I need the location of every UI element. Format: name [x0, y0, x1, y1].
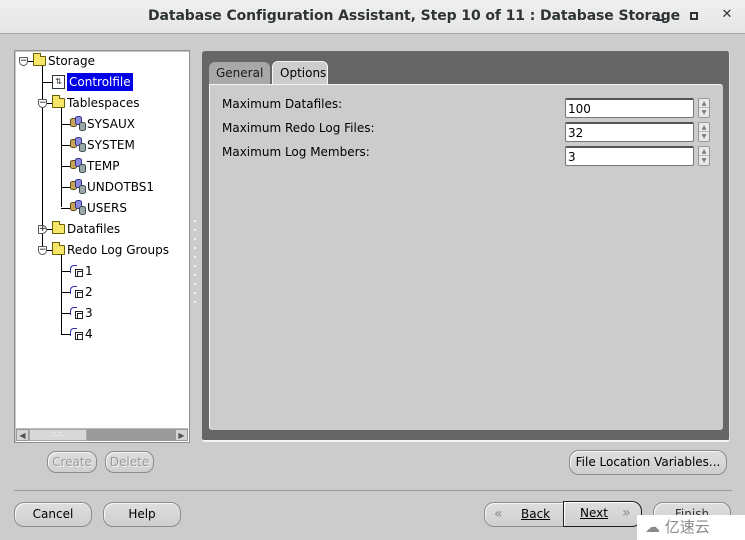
- tree-item-redo-group-2[interactable]: 2: [83, 283, 95, 301]
- maximum-redo-log-files-input[interactable]: [565, 122, 694, 142]
- scroll-left-icon: ◀: [19, 431, 26, 440]
- tree-item-tablespaces[interactable]: Tablespaces: [65, 94, 142, 112]
- cancel-button[interactable]: Cancel: [14, 502, 92, 527]
- file-location-variables-button[interactable]: File Location Variables...: [569, 450, 727, 475]
- close-button[interactable]: ✕: [717, 7, 737, 27]
- redo-log-group-icon: [70, 286, 84, 299]
- tree-item-temp[interactable]: TEMP: [85, 157, 122, 175]
- tree-item-redo-log-groups[interactable]: Redo Log Groups: [65, 241, 171, 259]
- tab-options[interactable]: Options: [272, 61, 328, 85]
- collapse-icon: −: [20, 56, 28, 66]
- spin-up-button[interactable]: ▲: [699, 99, 709, 108]
- maximum-datafiles-spinner[interactable]: ▲ ▼: [698, 98, 710, 118]
- create-button[interactable]: Create: [47, 451, 97, 473]
- maximum-datafiles-input[interactable]: [565, 98, 694, 118]
- redo-log-group-icon: [70, 328, 84, 341]
- tree-item-controlfile[interactable]: Controlfile: [67, 73, 133, 91]
- scrollbar-thumb[interactable]: ∴∴: [29, 429, 87, 441]
- maximum-redo-log-files-spinner[interactable]: ▲ ▼: [698, 122, 710, 142]
- watermark-logo: ☁ 亿速云: [637, 515, 745, 540]
- maximum-log-members-input[interactable]: [565, 146, 694, 166]
- tablespace-icon: [70, 137, 86, 152]
- back-button-label: Back: [521, 507, 551, 521]
- maximize-button[interactable]: [684, 7, 704, 27]
- spin-up-icon: ▲: [701, 100, 707, 107]
- tree-item-undotbs1[interactable]: UNDOTBS1: [85, 178, 156, 196]
- maximize-icon: [690, 12, 698, 20]
- collapse-icon: −: [39, 98, 47, 108]
- expand-icon: +: [39, 224, 47, 234]
- minimize-icon: [656, 19, 664, 21]
- expand-toggle-datafiles[interactable]: +: [38, 225, 47, 234]
- tree-connector: [61, 108, 62, 207]
- tree-item-redo-group-1[interactable]: 1: [83, 262, 95, 280]
- tree-item-users[interactable]: USERS: [85, 199, 129, 217]
- close-icon: ✕: [721, 7, 733, 22]
- tree-item-storage[interactable]: Storage: [46, 52, 97, 70]
- back-button[interactable]: « Back: [484, 502, 564, 527]
- maximum-log-members-spinner[interactable]: ▲ ▼: [698, 146, 710, 166]
- cloud-icon: ☁: [645, 518, 660, 536]
- tree-horizontal-scrollbar[interactable]: ◀ ∴∴ ▶: [16, 428, 188, 441]
- spin-up-button[interactable]: ▲: [699, 123, 709, 132]
- tree-connector: [42, 82, 52, 83]
- spin-down-icon: ▼: [701, 109, 707, 116]
- tree-item-datafiles[interactable]: Datafiles: [65, 220, 122, 238]
- spin-up-button[interactable]: ▲: [699, 147, 709, 156]
- storage-tree[interactable]: − Storage ⇅ Controlfile − Tablespaces SY…: [14, 50, 190, 443]
- redo-log-group-icon: [70, 265, 84, 278]
- folder-icon: [52, 95, 65, 108]
- spin-down-button[interactable]: ▼: [699, 156, 709, 165]
- back-chevron-icon: «: [494, 506, 503, 522]
- tree-item-redo-group-3[interactable]: 3: [83, 304, 95, 322]
- maximum-datafiles-label: Maximum Datafiles:: [222, 97, 343, 111]
- next-chevron-icon: »: [622, 505, 631, 521]
- expand-toggle-storage[interactable]: −: [19, 57, 28, 66]
- tablespace-icon: [70, 158, 86, 173]
- spin-up-icon: ▲: [701, 148, 707, 155]
- minimize-button[interactable]: [650, 7, 670, 27]
- expand-toggle-tablespaces[interactable]: −: [38, 99, 47, 108]
- maximum-log-members-label: Maximum Log Members:: [222, 145, 370, 159]
- options-panel: Maximum Datafiles: ▲ ▼ Maximum Redo Log …: [209, 84, 723, 430]
- scroll-right-button[interactable]: ▶: [175, 429, 188, 441]
- tree-item-redo-group-4[interactable]: 4: [83, 325, 95, 343]
- collapse-icon: −: [39, 245, 47, 255]
- tablespace-icon: [70, 116, 86, 131]
- watermark-text: 亿速云: [664, 518, 710, 536]
- controlfile-icon: ⇅: [52, 75, 65, 89]
- folder-icon: [33, 53, 46, 66]
- expand-toggle-redo-log-groups[interactable]: −: [38, 246, 47, 255]
- window-title: Database Configuration Assistant, Step 1…: [148, 8, 681, 24]
- tree-item-system[interactable]: SYSTEM: [85, 136, 137, 154]
- tree-item-sysaux[interactable]: SYSAUX: [85, 115, 137, 133]
- maximum-redo-log-files-label: Maximum Redo Log Files:: [222, 121, 375, 135]
- spin-down-icon: ▼: [701, 133, 707, 140]
- window-titlebar: Database Configuration Assistant, Step 1…: [0, 0, 745, 34]
- tablespace-icon: [70, 200, 86, 215]
- spin-up-icon: ▲: [701, 124, 707, 131]
- scroll-left-button[interactable]: ◀: [16, 429, 29, 441]
- tab-general[interactable]: General: [209, 62, 270, 84]
- delete-button[interactable]: Delete: [105, 451, 154, 473]
- tab-panel: General Options Maximum Datafiles: ▲ ▼ M…: [202, 51, 730, 442]
- folder-icon: [52, 221, 65, 234]
- tablespace-icon: [70, 179, 86, 194]
- redo-log-group-icon: [70, 307, 84, 320]
- tree-connector: [61, 255, 62, 334]
- help-button[interactable]: Help: [103, 502, 181, 527]
- next-button-label: Next: [580, 506, 608, 520]
- spin-down-button[interactable]: ▼: [699, 108, 709, 117]
- next-button[interactable]: Next »: [563, 501, 642, 527]
- scroll-right-icon: ▶: [178, 431, 185, 440]
- panel-splitter[interactable]: [191, 220, 199, 310]
- spin-down-button[interactable]: ▼: [699, 132, 709, 141]
- spin-down-icon: ▼: [701, 157, 707, 164]
- separator: [14, 490, 732, 491]
- folder-icon: [52, 242, 65, 255]
